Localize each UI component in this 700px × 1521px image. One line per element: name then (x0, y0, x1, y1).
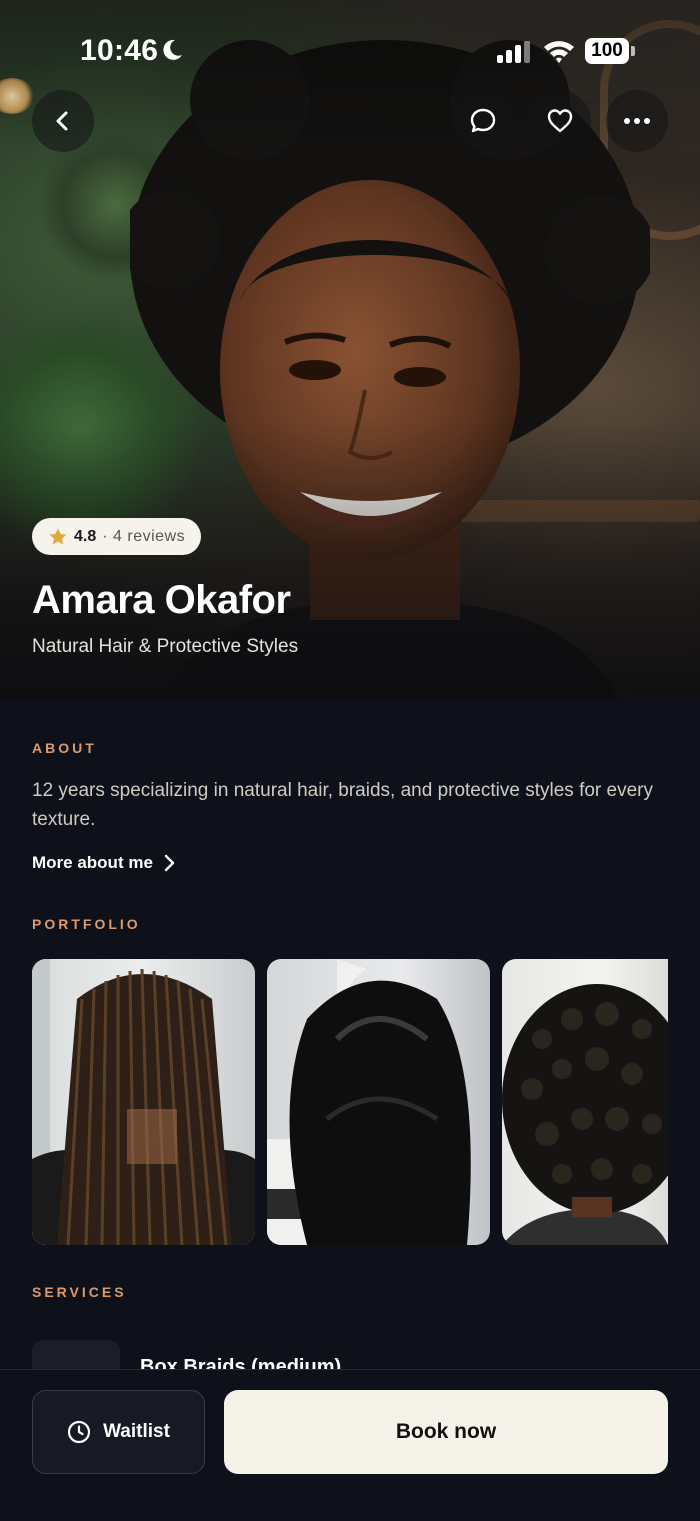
portfolio-image-curly-afro[interactable] (502, 959, 668, 1245)
status-time: 10:46 (80, 34, 159, 67)
stylist-name: Amara Okafor (32, 578, 291, 622)
back-button[interactable] (32, 90, 94, 152)
services-heading: SERVICES (32, 1284, 127, 1300)
more-icon (624, 118, 650, 124)
wifi-icon (544, 41, 574, 63)
book-now-label: Book now (395, 1420, 497, 1443)
waitlist-label: Waitlist (103, 1421, 170, 1442)
book-now-button[interactable]: Book now (224, 1390, 668, 1474)
moon-icon (163, 39, 182, 60)
rating-score: 4.8 (74, 527, 97, 545)
chevron-right-icon (164, 854, 175, 872)
about-heading: ABOUT (32, 740, 97, 756)
about-text: 12 years specializing in natural hair, b… (32, 780, 653, 830)
portfolio-heading: PORTFOLIO (32, 916, 141, 932)
rating-badge[interactable]: 4.8 · 4 reviews (32, 518, 202, 555)
signal-icon (497, 41, 530, 63)
status-bar: 10:46 100 (0, 0, 700, 100)
service-item[interactable]: Box Braids (medium) (0, 1338, 700, 1370)
stylist-specialty: Natural Hair & Protective Styles (32, 636, 299, 657)
more-options-button[interactable] (606, 90, 668, 152)
heart-icon (547, 109, 573, 133)
battery-icon: 100 (585, 38, 635, 64)
favorite-button[interactable] (529, 90, 591, 152)
chat-icon (470, 108, 496, 133)
back-icon (56, 111, 68, 131)
more-about-link[interactable]: More about me (32, 853, 175, 873)
portfolio-gallery[interactable] (32, 959, 668, 1245)
more-about-label: More about me (32, 853, 153, 872)
portfolio-image-box-braids[interactable] (32, 959, 255, 1245)
portfolio-image-silk-press[interactable] (267, 959, 490, 1245)
star-icon (49, 528, 67, 544)
bottom-action-bar: Waitlist Book now (0, 1369, 700, 1521)
battery-level: 100 (585, 38, 629, 64)
service-name: Box Braids (medium) (140, 1356, 342, 1370)
message-button[interactable] (452, 90, 514, 152)
clock-icon (67, 1420, 91, 1444)
waitlist-button[interactable]: Waitlist (32, 1390, 205, 1474)
review-count: · 4 reviews (102, 527, 186, 545)
service-thumbnail (32, 1340, 120, 1370)
